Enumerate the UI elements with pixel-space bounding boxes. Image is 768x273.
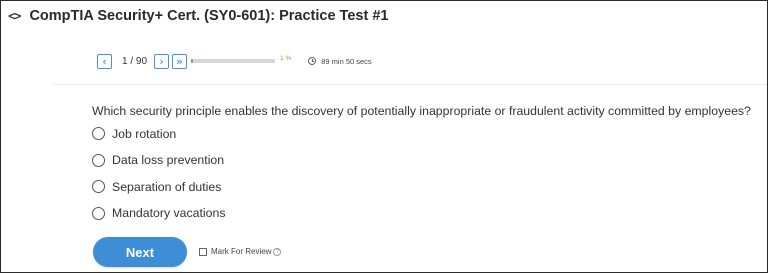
last-question-button[interactable]: » (172, 53, 188, 69)
answer-option[interactable]: Mandatory vacations (92, 205, 225, 222)
divider (53, 84, 767, 85)
answer-option-label[interactable]: Mandatory vacations (112, 206, 225, 220)
question-navigation: ‹ 1 / 90 › » 1 % 89 min 50 secs (97, 53, 372, 69)
radio-button[interactable] (92, 127, 105, 140)
question-text: Which security principle enables the dis… (92, 104, 751, 118)
review-checkbox[interactable] (199, 247, 207, 256)
answer-option[interactable]: Separation of duties (92, 178, 225, 195)
timer: 89 min 50 secs (308, 56, 372, 66)
radio-button[interactable] (92, 180, 105, 193)
next-question-button[interactable]: › (154, 53, 170, 69)
review-label[interactable]: Mark For Review (211, 247, 271, 256)
progress-percent: 1 % (280, 55, 292, 62)
answer-option-label[interactable]: Separation of duties (112, 180, 221, 194)
answer-option[interactable]: Job rotation (92, 125, 225, 142)
previous-question-button[interactable]: ‹ (97, 53, 112, 69)
answer-options: Job rotation Data loss prevention Separa… (92, 125, 225, 231)
mark-for-review[interactable]: Mark For Review ? (199, 247, 282, 256)
chevron-left-icon: ‹ (102, 54, 107, 68)
timer-text: 89 min 50 secs (321, 56, 372, 66)
radio-button[interactable] (92, 153, 105, 167)
header-bar: <> CompTIA Security+ Cert. (SY0-601): Pr… (1, 1, 767, 31)
code-icon[interactable]: <> (8, 9, 21, 23)
progress-bar (191, 59, 276, 63)
next-button[interactable]: Next (93, 237, 187, 267)
clock-icon (308, 57, 317, 65)
app-frame: <> CompTIA Security+ Cert. (SY0-601): Pr… (0, 0, 768, 273)
answer-option-label[interactable]: Data loss prevention (112, 153, 224, 167)
page-title: CompTIA Security+ Cert. (SY0-601): Pract… (29, 8, 389, 24)
chevron-right-icon: › (159, 54, 164, 68)
progress-bar-fill (191, 59, 193, 63)
progress-indicator: 1 % (191, 55, 291, 63)
radio-button[interactable] (92, 206, 105, 220)
answer-option[interactable]: Data loss prevention (92, 152, 225, 169)
answer-option-label[interactable]: Job rotation (112, 127, 176, 141)
page-counter: 1 / 90 (122, 55, 148, 67)
double-chevron-right-icon: » (176, 54, 183, 68)
info-icon[interactable]: ? (273, 247, 282, 256)
